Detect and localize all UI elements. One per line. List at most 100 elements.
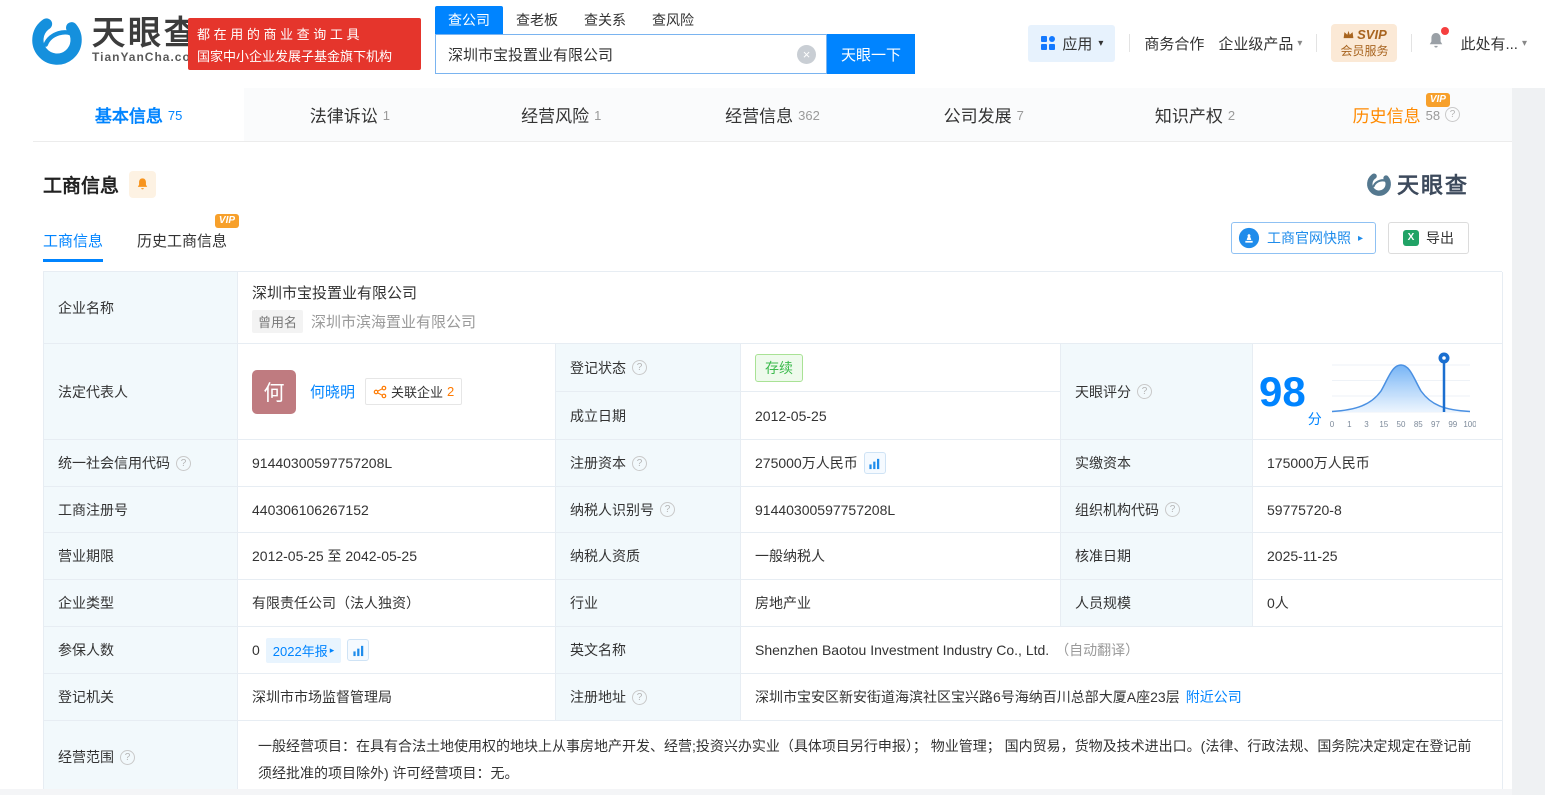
label-text: 统一社会信用代码 (58, 455, 170, 471)
related-companies-badge[interactable]: 关联企业 2 (365, 378, 463, 405)
export-label: 导出 (1426, 230, 1454, 246)
snapshot-label: 工商官网快照 (1266, 230, 1351, 246)
search-tab-boss[interactable]: 查老板 (503, 6, 571, 34)
search-input[interactable] (436, 35, 826, 73)
field-label-staff-size: 人员规模 (1061, 580, 1253, 627)
help-icon[interactable]: ? (632, 689, 647, 705)
subtab-history-registration[interactable]: VIP 历史工商信息 (137, 213, 240, 251)
tab-history-info[interactable]: VIP 历史信息 58 ? (1301, 88, 1512, 141)
tab-company-development[interactable]: 公司发展 7 (878, 88, 1089, 141)
field-value-credit-code: 91440300597757208L (238, 440, 556, 487)
tab-count: 58 (1425, 108, 1441, 123)
search-clear-icon[interactable]: × (797, 45, 816, 64)
field-label-legal-rep: 法定代表人 (44, 344, 238, 440)
value-text: 2025-11-25 (1267, 548, 1338, 564)
value-text: 175000万人民币 (1267, 455, 1370, 471)
watermark-text: 天眼查 (1396, 173, 1469, 198)
logo-title: 天眼查 (92, 14, 200, 51)
user-menu[interactable]: 此处有... ▾ (1460, 33, 1527, 54)
crown-icon (1343, 30, 1354, 39)
search-tab-company[interactable]: 查公司 (435, 6, 503, 34)
field-value-reg-capital: 275000万人民币 (741, 440, 1061, 487)
notification-bell-icon[interactable] (1426, 27, 1450, 56)
nav-business-coop[interactable]: 商务合作 (1144, 33, 1204, 54)
field-label-paid-capital: 实缴资本 (1061, 440, 1253, 487)
help-icon[interactable]: ? (1137, 384, 1152, 399)
field-value-company-type: 有限责任公司（法人独资） (238, 580, 556, 627)
tianyancha-logo-icon (32, 15, 82, 65)
tab-count: 2 (1227, 108, 1236, 123)
tab-business-info[interactable]: 经营信息 362 (667, 88, 878, 141)
legal-rep-avatar[interactable]: 何 (252, 369, 296, 414)
label-text: 核准日期 (1075, 548, 1131, 564)
tab-legal-proceedings[interactable]: 法律诉讼 1 (244, 88, 455, 141)
company-profile-tabs: 基本信息 75 法律诉讼 1 经营风险 1 经营信息 362 公司发展 7 知识… (33, 88, 1512, 142)
svip-member-label: 会员服务 (1340, 44, 1389, 58)
tab-label: 法律诉讼 (309, 107, 378, 126)
subtab-business-registration[interactable]: 工商信息 (43, 230, 104, 262)
apps-menu[interactable]: 应用 ▾ (1028, 24, 1116, 62)
svg-text:1: 1 (1347, 420, 1352, 429)
label-text: 实缴资本 (1075, 455, 1131, 471)
tianyancha-logo[interactable]: 天眼查 TianYanCha.com (30, 13, 202, 67)
help-icon[interactable]: ? (632, 455, 647, 471)
tab-label: 历史信息 (1352, 107, 1421, 126)
label-text: 企业类型 (58, 595, 114, 611)
page-gutter (1512, 88, 1545, 795)
field-label-tyc-score: 天眼评分 ? (1061, 344, 1253, 440)
tab-label: 公司发展 (943, 107, 1012, 126)
promo-line1: 都 在 用 的 商 业 查 询 工 具 (197, 26, 360, 42)
field-value-business-scope: 一般经营项目：在具有合法土地使用权的地块上从事房地产开发、经营;投资兴办实业（具… (238, 721, 1503, 794)
svip-member-button[interactable]: SVIP 会员服务 (1331, 24, 1398, 62)
help-icon[interactable]: ? (632, 360, 647, 375)
field-value-approve-date: 2025-11-25 (1253, 533, 1503, 580)
divider (1316, 34, 1318, 52)
field-value-reg-number: 440306106267152 (238, 487, 556, 533)
tab-label: 知识产权 (1154, 107, 1223, 126)
help-icon[interactable]: ? (1445, 107, 1461, 122)
label-text: 纳税人资质 (570, 548, 640, 564)
label-text: 行业 (570, 595, 598, 611)
search-tab-risk[interactable]: 查风险 (639, 6, 707, 34)
help-icon[interactable]: ? (176, 455, 191, 471)
subscribe-bell-icon[interactable] (129, 170, 157, 198)
insured-chart-icon[interactable] (347, 639, 370, 661)
field-label-approve-date: 核准日期 (1061, 533, 1253, 580)
value-text: 275000万人民币 (755, 455, 858, 471)
field-label-business-term: 营业期限 (44, 533, 238, 580)
search-tab-relation[interactable]: 查关系 (571, 6, 639, 34)
tab-operation-risk[interactable]: 经营风险 1 (456, 88, 667, 141)
value-text: 有限责任公司（法人独资） (252, 595, 420, 611)
chevron-down-icon: ▾ (1297, 37, 1303, 49)
help-icon[interactable]: ? (1165, 502, 1180, 517)
annual-report-badge[interactable]: 2022年报 ▸ (265, 637, 342, 663)
logo-domain: TianYanCha.com (92, 50, 203, 64)
export-button[interactable]: X 导出 (1388, 222, 1469, 254)
tab-count: 1 (594, 108, 602, 123)
vip-badge: VIP (214, 213, 240, 228)
value-text: 一般纳税人 (755, 548, 825, 564)
score-unit: 分 (1307, 411, 1322, 427)
field-value-business-term: 2012-05-25 至 2042-05-25 (238, 533, 556, 580)
apps-label: 应用 (1062, 35, 1093, 53)
vip-badge: VIP (1425, 93, 1450, 107)
svg-text:99: 99 (1448, 420, 1457, 429)
legal-rep-link[interactable]: 何晓明 (310, 381, 355, 402)
nearby-companies-link[interactable]: 附近公司 (1186, 687, 1242, 707)
tab-intellectual-property[interactable]: 知识产权 2 (1089, 88, 1300, 141)
official-snapshot-button[interactable]: 工商官网快照 ▸ (1230, 222, 1376, 254)
field-value-taxpayer-id: 91440300597757208L (741, 487, 1061, 533)
value-text: 0 (252, 642, 260, 658)
tab-basic-info[interactable]: 基本信息 75 (33, 88, 245, 141)
label-text: 成立日期 (570, 407, 626, 424)
nav-enterprise-products[interactable]: 企业级产品 ▾ (1218, 33, 1302, 54)
search-button[interactable]: 天眼一下 (827, 34, 915, 74)
capital-chart-icon[interactable] (863, 452, 886, 474)
svg-text:0: 0 (1329, 420, 1334, 429)
svg-text:100: 100 (1463, 420, 1476, 429)
help-icon[interactable]: ? (120, 749, 135, 765)
network-icon (373, 385, 387, 398)
field-label-org-code: 组织机构代码 ? (1061, 487, 1253, 533)
help-icon[interactable]: ? (660, 502, 675, 517)
promo-line2: 国家中小企业发展子基金旗下机构 (197, 48, 393, 64)
